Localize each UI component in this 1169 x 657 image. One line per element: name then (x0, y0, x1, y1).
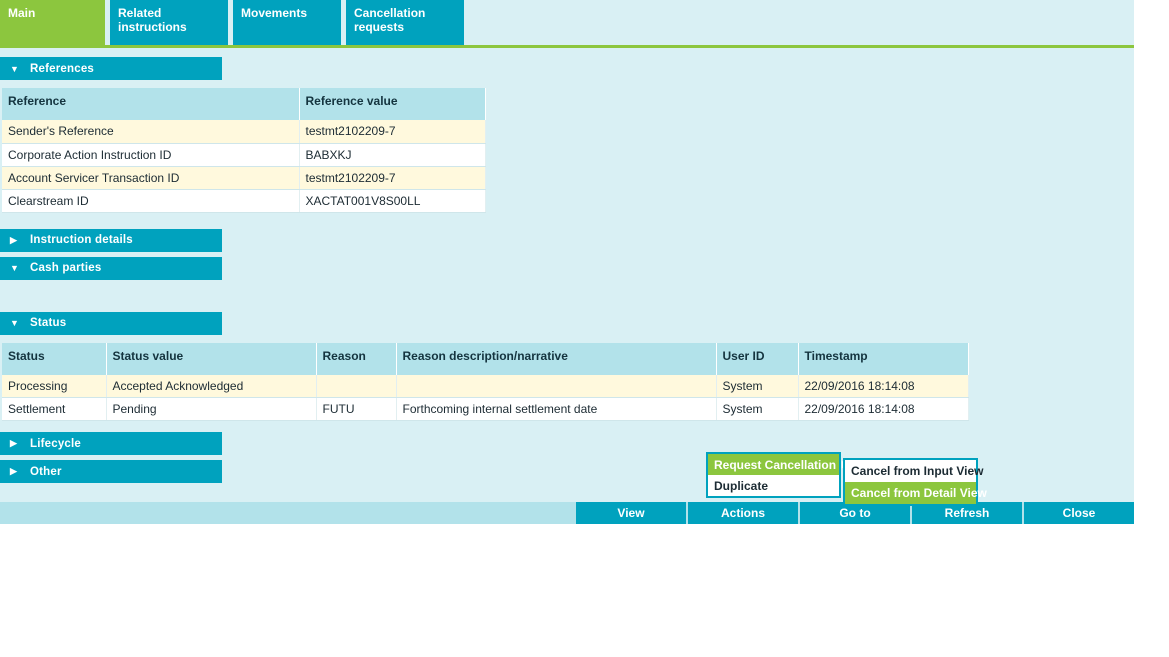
column-header-user-id[interactable]: User ID (716, 342, 799, 375)
cell-reference: Sender's Reference (2, 120, 300, 144)
table-row[interactable]: Processing Accepted Acknowledged System … (2, 374, 969, 398)
table-row[interactable]: Corporate Action Instruction ID BABXKJ (2, 143, 486, 167)
column-header-reference[interactable]: Reference (2, 88, 300, 120)
section-lifecycle-strip (222, 432, 1134, 455)
table-row[interactable]: Clearstream ID XACTAT001V8S00LL (2, 189, 486, 213)
cell-user-id: System (716, 397, 799, 421)
section-other-strip (222, 460, 1134, 483)
actions-button[interactable]: Actions (688, 502, 798, 524)
section-other-title: Other (30, 465, 62, 478)
section-cash-parties-header[interactable]: ▼ Cash parties (0, 256, 222, 280)
section-cash-parties-title: Cash parties (30, 262, 102, 274)
cell-reason: FUTU (316, 397, 397, 421)
column-header-reference-value[interactable]: Reference value (299, 88, 486, 120)
section-cash-parties: ▼ Cash parties (0, 256, 1134, 307)
chevron-down-icon: ▼ (10, 63, 19, 74)
cell-reference-value: testmt2102209-7 (299, 166, 486, 190)
menu-item-cancel-from-input-view-label: Cancel from Input View (851, 464, 984, 478)
column-header-reason[interactable]: Reason (316, 342, 397, 375)
tab-movements[interactable]: Movements (233, 0, 341, 45)
section-status: ▼ Status Status Status value Reason Reas… (0, 311, 1134, 429)
cell-timestamp: 22/09/2016 18:14:08 (798, 397, 969, 421)
section-status-title: Status (30, 317, 67, 329)
menu-item-request-cancellation-label: Request Cancellation (714, 457, 837, 472)
cell-status-value: Pending (106, 397, 317, 421)
cell-reference: Corporate Action Instruction ID (2, 143, 300, 167)
chevron-right-icon: ▶ (10, 466, 17, 476)
cell-timestamp: 22/09/2016 18:14:08 (798, 374, 969, 398)
section-instruction-details-header[interactable]: ▶ Instruction details (0, 228, 222, 252)
column-header-status-value[interactable]: Status value (106, 342, 317, 375)
section-references-strip (222, 57, 1134, 80)
section-references: ▼ References Reference Reference value S… (0, 57, 1134, 221)
cell-status-value: Accepted Acknowledged (106, 374, 317, 398)
actions-context-menu: Request Cancellation ▶ Duplicate (706, 452, 849, 498)
cell-reference: Account Servicer Transaction ID (2, 166, 300, 190)
cell-reference: Clearstream ID (2, 189, 300, 213)
tab-related-instructions-label: Related instructions (118, 6, 187, 34)
view-button[interactable]: View (576, 502, 686, 524)
section-cash-parties-strip (222, 256, 1134, 280)
menu-item-cancel-from-detail-view[interactable]: Cancel from Detail View (845, 482, 987, 504)
menu-item-cancel-from-detail-view-label: Cancel from Detail View (851, 486, 987, 500)
cell-status: Processing (2, 374, 107, 398)
table-row[interactable]: Account Servicer Transaction ID testmt21… (2, 166, 486, 190)
section-status-header[interactable]: ▼ Status (0, 311, 222, 335)
tab-cancellation-requests-label: Cancellation requests (354, 6, 426, 34)
cell-user-id: System (716, 374, 799, 398)
menu-item-duplicate[interactable]: Duplicate (708, 475, 839, 496)
column-header-timestamp[interactable]: Timestamp (798, 342, 969, 375)
tab-bar: Main Related instructions Movements Canc… (0, 0, 1134, 45)
references-table: Reference Reference value Sender's Refer… (2, 88, 486, 213)
section-other-header[interactable]: ▶ Other (0, 460, 222, 483)
table-header-row: Status Status value Reason Reason descri… (2, 342, 969, 375)
cell-reason (316, 374, 397, 398)
table-row[interactable]: Settlement Pending FUTU Forthcoming inte… (2, 397, 969, 421)
section-lifecycle-header[interactable]: ▶ Lifecycle (0, 432, 222, 455)
section-status-body: Status Status value Reason Reason descri… (0, 334, 1134, 429)
chevron-down-icon: ▼ (10, 318, 19, 328)
section-references-header[interactable]: ▼ References (0, 57, 222, 80)
tab-movements-label: Movements (241, 6, 308, 20)
section-references-title: References (30, 62, 95, 75)
section-instruction-details-strip (222, 228, 1134, 252)
cell-status: Settlement (2, 397, 107, 421)
tab-main-label: Main (8, 6, 36, 20)
menu-item-cancel-from-input-view[interactable]: Cancel from Input View (845, 460, 983, 482)
menu-item-duplicate-label: Duplicate (714, 478, 769, 493)
column-header-status[interactable]: Status (2, 342, 107, 375)
tab-main[interactable]: Main (0, 0, 105, 45)
close-button[interactable]: Close (1024, 502, 1134, 524)
section-instruction-details-title: Instruction details (30, 234, 133, 246)
table-header-row: Reference Reference value (2, 88, 486, 120)
section-references-body: Reference Reference value Sender's Refer… (0, 80, 1134, 221)
cell-reference-value: XACTAT001V8S00LL (299, 189, 486, 213)
application-window: Main Related instructions Movements Canc… (0, 0, 1134, 524)
column-header-reason-description[interactable]: Reason description/narrative (396, 342, 717, 375)
section-status-strip (222, 311, 1134, 335)
section-lifecycle: ▶ Lifecycle (0, 432, 1134, 455)
cell-reason-description: Forthcoming internal settlement date (396, 397, 717, 421)
status-table: Status Status value Reason Reason descri… (2, 342, 969, 421)
chevron-right-icon: ▶ (10, 234, 17, 245)
cell-reference-value: testmt2102209-7 (299, 120, 486, 144)
tab-related-instructions[interactable]: Related instructions (110, 0, 228, 45)
menu-item-request-cancellation[interactable]: Request Cancellation ▶ (708, 454, 849, 475)
cell-reference-value: BABXKJ (299, 143, 486, 167)
cell-reason-description (396, 374, 717, 398)
section-instruction-details: ▶ Instruction details (0, 228, 1134, 252)
chevron-down-icon: ▼ (10, 263, 19, 273)
section-cash-parties-body (0, 279, 1134, 307)
tab-cancellation-requests[interactable]: Cancellation requests (346, 0, 464, 45)
section-lifecycle-title: Lifecycle (30, 437, 82, 450)
table-row[interactable]: Sender's Reference testmt2102209-7 (2, 120, 486, 144)
tab-bar-underline (0, 45, 1134, 48)
chevron-right-icon: ▶ (10, 438, 17, 448)
request-cancellation-submenu: Cancel from Input View Cancel from Detai… (843, 458, 987, 506)
